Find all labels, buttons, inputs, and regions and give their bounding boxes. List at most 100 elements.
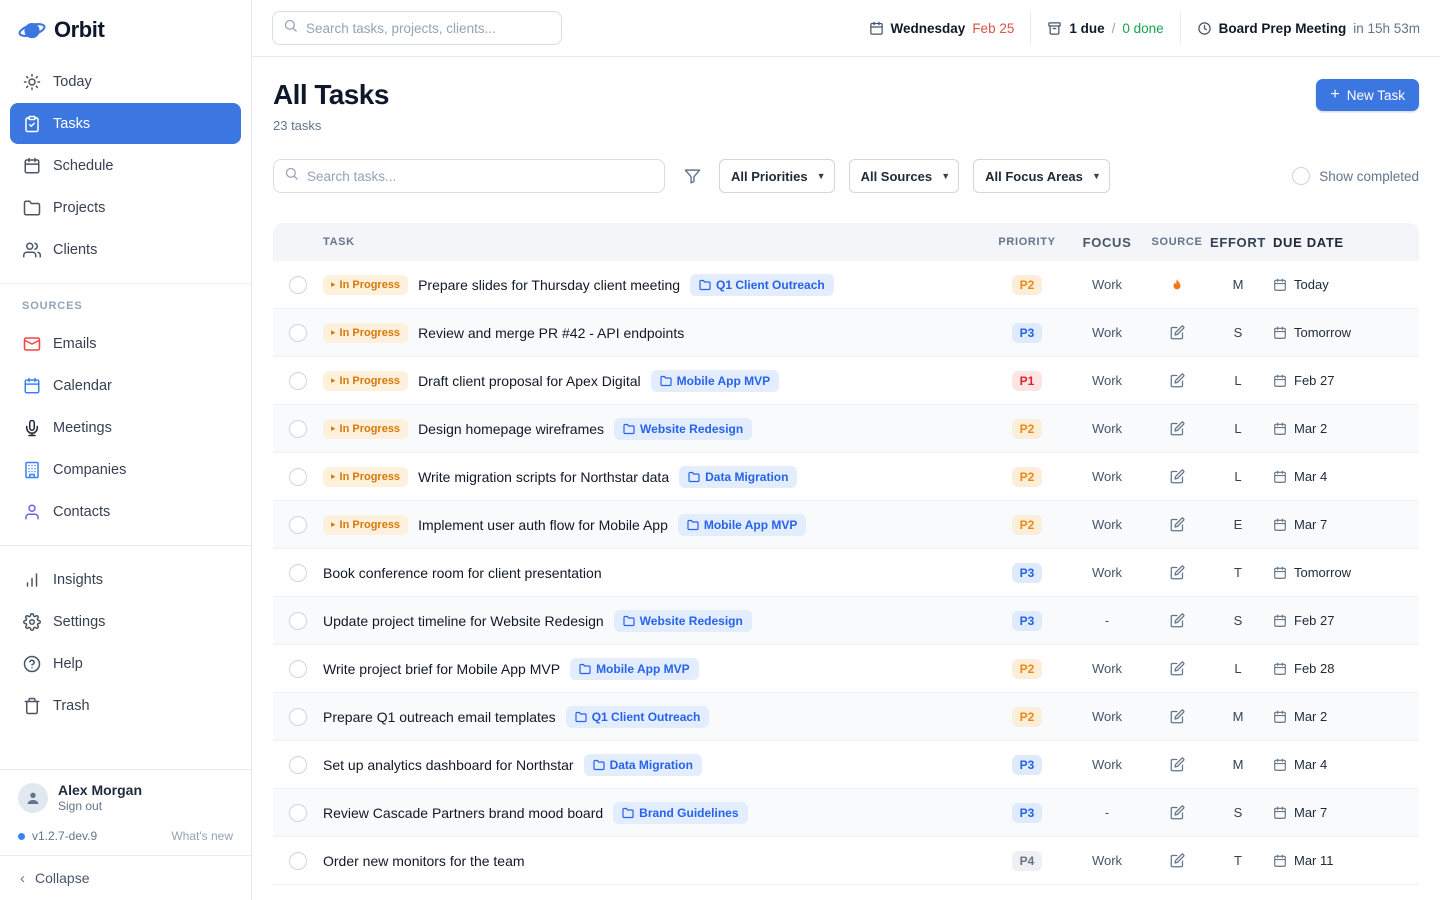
focus-filter-select[interactable]: All Focus Areas ▼: [973, 159, 1110, 193]
folder-icon: [623, 615, 635, 627]
sidebar-item-settings[interactable]: Settings: [10, 601, 241, 642]
task-checkbox[interactable]: [289, 516, 307, 534]
collapse-button[interactable]: ‹ Collapse: [0, 855, 251, 900]
task-title[interactable]: Review and merge PR #42 - API endpoints: [418, 325, 684, 341]
show-completed-toggle[interactable]: Show completed: [1292, 167, 1419, 185]
task-checkbox[interactable]: [289, 420, 307, 438]
table-row[interactable]: ▸In ProgressPrepare slides for Thursday …: [273, 261, 1419, 309]
app-logo[interactable]: Orbit: [0, 0, 251, 56]
task-checkbox[interactable]: [289, 660, 307, 678]
sidebar-item-clients[interactable]: Clients: [10, 229, 241, 270]
task-checkbox[interactable]: [289, 708, 307, 726]
table-row[interactable]: Review Cascade Partners brand mood board…: [273, 789, 1419, 837]
date-display: Wednesday Feb 25: [853, 12, 1031, 44]
col-header-focus: FOCUS: [1067, 235, 1147, 250]
sidebar-item-companies[interactable]: Companies: [10, 449, 241, 490]
task-checkbox[interactable]: [289, 612, 307, 630]
table-row[interactable]: Prepare Q1 outreach email templates Q1 Cl…: [273, 693, 1419, 741]
table-row[interactable]: Write project brief for Mobile App MVP Mo…: [273, 645, 1419, 693]
priority-badge: P1: [1012, 371, 1043, 391]
due-date: Feb 27: [1269, 373, 1419, 388]
play-icon: ▸: [331, 423, 336, 434]
sidebar-item-meetings[interactable]: Meetings: [10, 407, 241, 448]
project-chip[interactable]: Data Migration: [584, 754, 702, 776]
new-task-button[interactable]: + New Task: [1316, 79, 1419, 111]
table-row[interactable]: ▸In Progress Review and merge PR #42 - AP…: [273, 309, 1419, 357]
project-chip[interactable]: Q1 Client Outreach: [690, 274, 834, 296]
global-search-input[interactable]: [306, 21, 551, 36]
task-search-input[interactable]: [307, 169, 654, 184]
task-title[interactable]: Update project timeline for Website Rede…: [323, 613, 604, 629]
sidebar-item-help[interactable]: Help: [10, 643, 241, 684]
focus-value: Work: [1067, 421, 1147, 436]
new-task-label: New Task: [1347, 88, 1405, 103]
avatar[interactable]: [18, 783, 48, 813]
sidebar: Orbit Today Tasks Schedule Projects Clie…: [0, 0, 252, 900]
global-search[interactable]: [272, 11, 562, 45]
task-checkbox[interactable]: [289, 756, 307, 774]
col-header-priority: PRIORITY: [987, 236, 1067, 248]
task-title[interactable]: Order new monitors for the team: [323, 853, 525, 869]
task-checkbox[interactable]: [289, 372, 307, 390]
task-checkbox[interactable]: [289, 804, 307, 822]
task-title[interactable]: Prepare Q1 outreach email templates: [323, 709, 556, 725]
play-icon: ▸: [331, 279, 336, 290]
project-chip[interactable]: Q1 Client Outreach: [566, 706, 710, 728]
project-chip[interactable]: Website Redesign: [614, 610, 752, 632]
sidebar-item-insights[interactable]: Insights: [10, 559, 241, 600]
task-title[interactable]: Book conference room for client presenta…: [323, 565, 602, 581]
sidebar-item-schedule[interactable]: Schedule: [10, 145, 241, 186]
sign-out-link[interactable]: Sign out: [58, 799, 142, 813]
table-row[interactable]: Book conference room for client presenta…: [273, 549, 1419, 597]
sidebar-item-trash[interactable]: Trash: [10, 685, 241, 726]
calendar-icon: [869, 21, 884, 36]
priority-badge: P2: [1012, 707, 1043, 727]
task-title[interactable]: Write migration scripts for Northstar da…: [418, 469, 669, 485]
task-title[interactable]: Implement user auth flow for Mobile App: [418, 517, 668, 533]
task-title[interactable]: Design homepage wireframes: [418, 421, 604, 437]
sidebar-item-projects[interactable]: Projects: [10, 187, 241, 228]
divider: [0, 545, 251, 546]
priority-badge: P3: [1012, 611, 1043, 631]
sidebar-item-emails[interactable]: Emails: [10, 323, 241, 364]
task-checkbox[interactable]: [289, 468, 307, 486]
priority-filter-select[interactable]: All Priorities ▼: [719, 159, 835, 193]
project-chip[interactable]: Brand Guidelines: [613, 802, 747, 824]
search-icon: [284, 166, 299, 186]
table-row[interactable]: ▸In ProgressWrite migration scripts for …: [273, 453, 1419, 501]
task-checkbox[interactable]: [289, 324, 307, 342]
sidebar-item-contacts[interactable]: Contacts: [10, 491, 241, 532]
folder-icon: [688, 471, 700, 483]
sidebar-item-today[interactable]: Today: [10, 61, 241, 102]
project-chip[interactable]: Website Redesign: [614, 418, 752, 440]
effort-value: E: [1207, 517, 1269, 532]
task-checkbox[interactable]: [289, 276, 307, 294]
effort-value: L: [1207, 469, 1269, 484]
project-chip[interactable]: Mobile App MVP: [570, 658, 699, 680]
status-badge: ▸In Progress: [323, 323, 408, 343]
table-row[interactable]: Update project timeline for Website Rede…: [273, 597, 1419, 645]
task-title[interactable]: Review Cascade Partners brand mood board: [323, 805, 603, 821]
task-title[interactable]: Prepare slides for Thursday client meeti…: [418, 277, 680, 293]
status-badge: ▸In Progress: [323, 419, 408, 439]
project-chip[interactable]: Data Migration: [679, 466, 797, 488]
table-row[interactable]: ▸In Progress Design homepage wireframes We…: [273, 405, 1419, 453]
task-search[interactable]: [273, 159, 665, 193]
task-checkbox[interactable]: [289, 564, 307, 582]
source-filter-select[interactable]: All Sources ▼: [849, 159, 960, 193]
task-title[interactable]: Draft client proposal for Apex Digital: [418, 373, 641, 389]
sidebar-item-calendar[interactable]: Calendar: [10, 365, 241, 406]
table-row[interactable]: Order new monitors for the teamP4WorkTMa…: [273, 837, 1419, 885]
filter-funnel-icon[interactable]: [679, 163, 705, 189]
focus-value: Work: [1067, 325, 1147, 340]
task-checkbox[interactable]: [289, 852, 307, 870]
task-title[interactable]: Write project brief for Mobile App MVP: [323, 661, 560, 677]
task-title[interactable]: Set up analytics dashboard for Northstar: [323, 757, 574, 773]
table-row[interactable]: ▸In ProgressImplement user auth flow for…: [273, 501, 1419, 549]
whats-new-link[interactable]: What's new: [171, 829, 233, 843]
table-row[interactable]: Set up analytics dashboard for Northstar…: [273, 741, 1419, 789]
table-row[interactable]: ▸In ProgressDraft client proposal for Ap…: [273, 357, 1419, 405]
project-chip[interactable]: Mobile App MVP: [651, 370, 780, 392]
sidebar-item-tasks[interactable]: Tasks: [10, 103, 241, 144]
project-chip[interactable]: Mobile App MVP: [678, 514, 807, 536]
